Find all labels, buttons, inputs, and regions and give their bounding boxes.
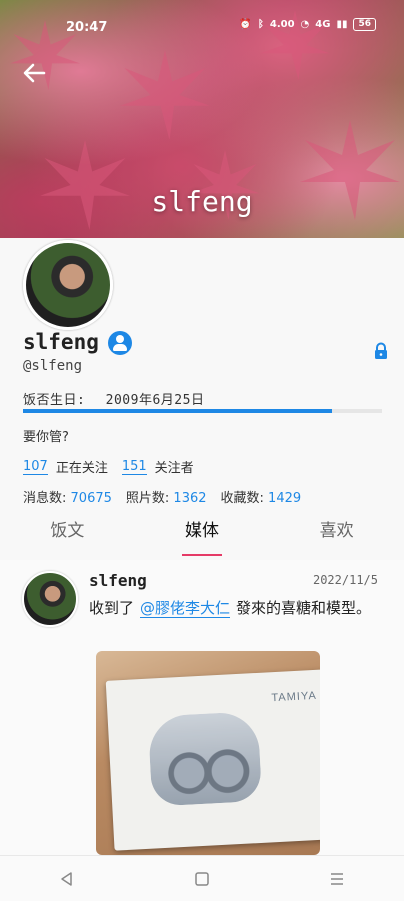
avatar[interactable] — [23, 240, 113, 330]
favorites-stat: 收藏数: 1429 — [221, 487, 302, 506]
signal-icon: ▮▮ — [336, 19, 348, 30]
photos-label: 照片数: — [125, 491, 170, 506]
favorites-label: 收藏数: — [220, 491, 264, 506]
alarm-icon: ⏰ — [239, 19, 252, 30]
followers-count[interactable]: 151 — [121, 459, 147, 475]
post-avatar[interactable] — [22, 571, 78, 627]
box-brand-text: TAMIYA — [271, 689, 318, 705]
birthday-progress-fill — [23, 409, 332, 413]
banner-title: slfeng — [151, 185, 253, 218]
square-home-icon — [195, 871, 209, 886]
following-count[interactable]: 107 — [23, 459, 48, 475]
triangle-back-icon — [61, 871, 73, 886]
model-illustration — [147, 710, 263, 807]
count-stats: 消息数: 70675 照片数: 1362 收藏数: 1429 — [23, 487, 315, 506]
birthday-value: 2009年6月25日 — [105, 393, 205, 408]
leaf-decoration — [120, 50, 210, 140]
post-date: 2022/11/5 — [312, 573, 378, 587]
network-speed: 4.00 — [269, 19, 295, 30]
battery-icon: 56 — [353, 18, 376, 31]
nav-home-button[interactable] — [182, 864, 222, 894]
post-text-after: 發來的喜糖和模型。 — [236, 599, 372, 617]
photos-stat: 照片数: 1362 — [126, 487, 207, 506]
messages-count: 70675 — [70, 491, 112, 506]
followers-label[interactable]: 关注者 — [155, 457, 194, 476]
verified-user-icon — [108, 331, 132, 355]
profile-tabs: 饭文 媒体 喜欢 — [0, 508, 404, 560]
tab-posts[interactable]: 饭文 — [0, 508, 135, 560]
system-nav-bar — [0, 855, 404, 901]
nav-back-button[interactable] — [47, 864, 87, 894]
status-icons: ⏰ ᛒ 4.00 ◔ 4G ▮▮ 56 — [239, 18, 376, 31]
messages-label: 消息数: — [23, 491, 67, 506]
post-image[interactable]: TAMIYA — [96, 651, 320, 855]
post-text: 收到了 @膠佬李大仁 發來的喜糖和模型。 — [89, 597, 389, 619]
messages-stat: 消息数: 70675 — [23, 487, 112, 506]
profile-bio: 要你管? — [23, 430, 69, 445]
bluetooth-icon: ᛒ — [257, 19, 264, 30]
back-arrow-icon — [23, 63, 46, 83]
nav-menu-button[interactable] — [317, 864, 357, 894]
following-label[interactable]: 正在关注 — [56, 457, 108, 476]
profile-name: slfeng — [23, 330, 99, 354]
birthday-label: 饭否生日: — [23, 393, 86, 408]
tab-media[interactable]: 媒体 — [135, 508, 270, 560]
lock-icon — [375, 342, 387, 359]
post-mention-link[interactable]: @膠佬李大仁 — [140, 599, 231, 618]
tab-likes[interactable]: 喜欢 — [269, 508, 404, 560]
signal-label: 4G — [315, 19, 331, 30]
post-text-before: 收到了 — [89, 599, 135, 617]
menu-icon — [330, 872, 343, 885]
wifi-icon: ◔ — [300, 19, 310, 30]
status-bar: 20:47 ⏰ ᛒ 4.00 ◔ 4G ▮▮ 56 — [0, 0, 404, 50]
follow-stats: 107 正在关注 151 关注者 — [23, 457, 208, 476]
post-author[interactable]: slfeng — [89, 571, 147, 590]
back-button[interactable] — [20, 60, 48, 86]
photos-count: 1362 — [173, 491, 207, 506]
birthday-row: 饭否生日: 2009年6月25日 — [23, 389, 204, 408]
status-time: 20:47 — [66, 20, 108, 35]
birthday-progress-bar — [23, 409, 382, 413]
profile-handle: @slfeng — [23, 358, 83, 374]
model-box-photo: TAMIYA — [105, 669, 320, 851]
favorites-count: 1429 — [268, 491, 302, 506]
